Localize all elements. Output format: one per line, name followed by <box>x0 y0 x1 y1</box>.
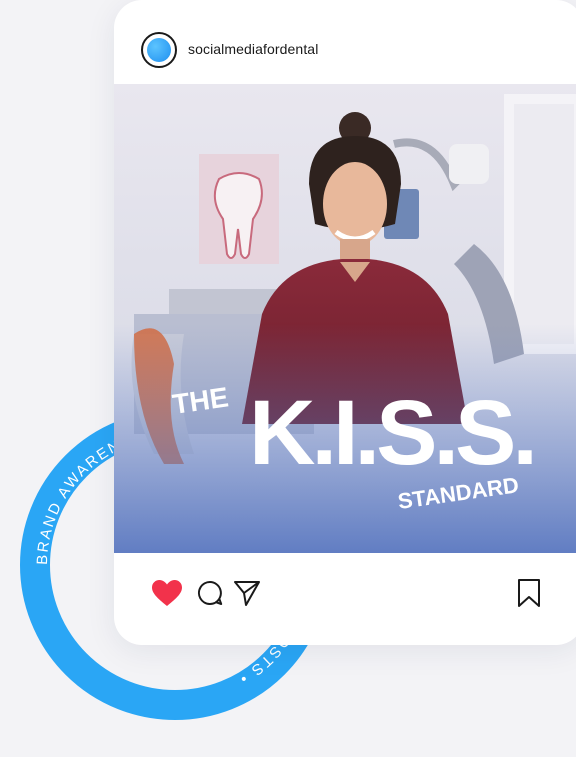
username[interactable]: socialmediafordental <box>188 41 318 57</box>
comment-icon <box>198 580 223 605</box>
send-icon <box>234 581 260 606</box>
instagram-post-card: socialmediafordental THE K.I.S.S. STANDA… <box>114 0 576 645</box>
bookmark-icon <box>518 579 540 607</box>
dental-clinic-photo: THE K.I.S.S. STANDARD <box>114 84 576 553</box>
like-button[interactable] <box>150 576 184 610</box>
heart-icon <box>152 580 182 606</box>
post-actions <box>114 553 576 645</box>
share-button[interactable] <box>230 576 264 610</box>
post-image[interactable]: THE K.I.S.S. STANDARD <box>114 84 576 553</box>
profile-avatar[interactable] <box>141 32 177 68</box>
title-word-kiss: K.I.S.S. <box>249 382 534 484</box>
post-header: socialmediafordental <box>114 0 576 84</box>
avatar-image <box>147 38 171 62</box>
save-button[interactable] <box>512 576 546 610</box>
comment-button[interactable] <box>193 576 227 610</box>
